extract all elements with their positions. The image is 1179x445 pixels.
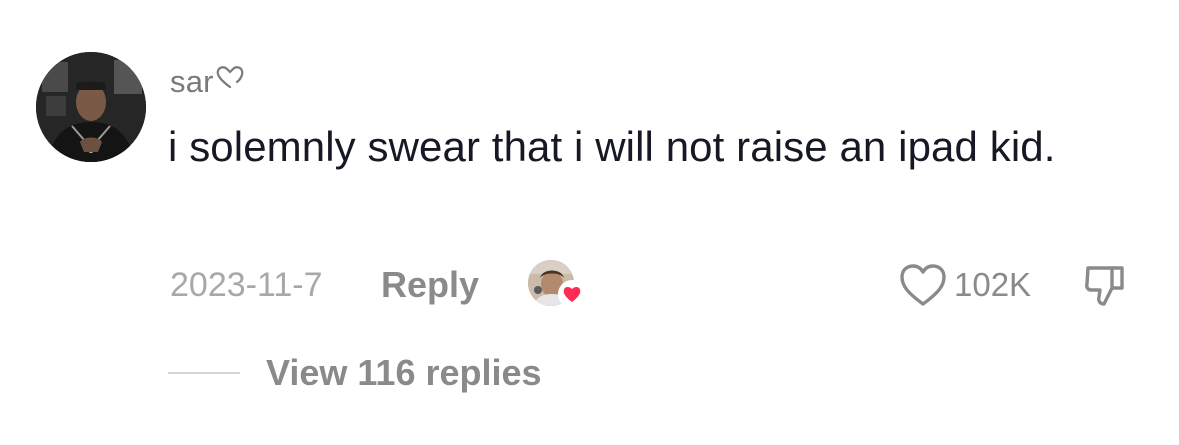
reply-button[interactable]: Reply bbox=[381, 264, 479, 306]
comment-date: 2023-11-7 bbox=[170, 266, 323, 304]
like-count: 102K bbox=[954, 266, 1032, 303]
username[interactable]: sar bbox=[170, 64, 214, 100]
view-replies-row[interactable]: View 116 replies bbox=[168, 348, 542, 398]
thumbs-down-icon[interactable] bbox=[1082, 262, 1130, 308]
creator-liked-badge bbox=[528, 258, 586, 310]
heart-filled-icon bbox=[558, 280, 586, 308]
username-row[interactable]: sar bbox=[170, 62, 245, 102]
heart-outline-icon[interactable] bbox=[898, 262, 948, 308]
comment-text: i solemnly swear that i will not raise a… bbox=[168, 123, 1056, 170]
like-group[interactable]: 102K bbox=[898, 258, 1031, 312]
view-replies-button[interactable]: View 116 replies bbox=[266, 352, 542, 394]
comment-actions: 2023-11-7 Reply 102K bbox=[170, 258, 1150, 312]
user-avatar[interactable] bbox=[36, 52, 146, 162]
replies-divider bbox=[168, 372, 240, 374]
heart-outline-icon bbox=[215, 64, 245, 95]
